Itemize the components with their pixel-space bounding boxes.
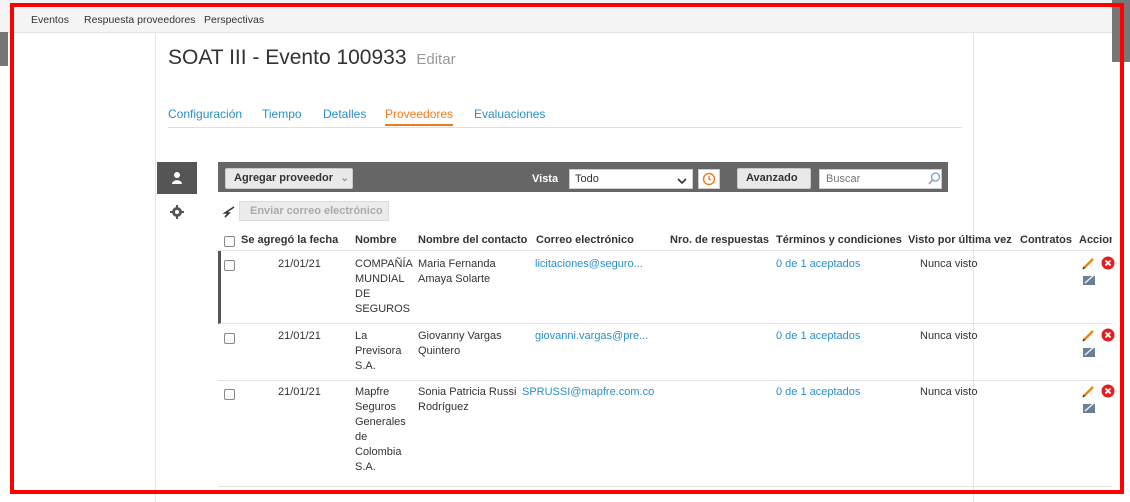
row-checkbox[interactable] <box>224 333 235 344</box>
contact-line: Amaya Solarte <box>418 273 491 285</box>
col-last-seen[interactable]: Visto por última vez <box>908 234 1012 246</box>
contact-line: Quintero <box>418 345 461 357</box>
table-row[interactable] <box>218 251 1112 324</box>
col-email[interactable]: Correo electrónico <box>536 234 634 246</box>
row-checkbox[interactable] <box>224 389 235 400</box>
name-line: S.A. <box>355 461 376 473</box>
send-email-button[interactable]: Enviar correo electrónico <box>239 201 389 221</box>
settings-view-button[interactable] <box>157 196 197 228</box>
name-line: MUNDIAL <box>355 273 405 285</box>
top-navigation: Eventos Respuesta proveedores Perspectiv… <box>0 0 1130 33</box>
contact-line: Rodríguez <box>418 401 469 413</box>
supplier-view-button[interactable] <box>157 162 197 194</box>
col-terms[interactable]: Términos y condiciones <box>776 234 902 246</box>
row-last-seen: Nunca visto <box>920 386 978 398</box>
row-supplier-name[interactable]: COMPAÑÍA MUNDIAL DE SEGUROS <box>355 257 413 317</box>
delete-icon[interactable] <box>1101 328 1115 345</box>
chevron-down-icon <box>677 174 687 192</box>
edit-pencil-icon[interactable] <box>1082 256 1096 273</box>
table-row[interactable] <box>218 380 1112 487</box>
col-name[interactable]: Nombre <box>355 234 397 246</box>
name-line: SEGUROS <box>355 303 411 315</box>
contact-line: Giovanny Vargas <box>418 330 502 342</box>
row-terms-link[interactable]: 0 de 1 aceptados <box>776 329 860 344</box>
row-checkbox[interactable] <box>224 260 235 271</box>
name-line: Generales <box>355 416 406 428</box>
event-title: SOAT III - Evento 100933 <box>168 46 407 69</box>
return-arrow-icon <box>222 206 236 221</box>
name-line: La <box>355 330 368 342</box>
row-terms-link[interactable]: 0 de 1 aceptados <box>776 257 860 272</box>
view-select-value: Todo <box>575 173 599 185</box>
name-line: DE <box>355 288 371 300</box>
contact-line: Sonia Patricia Russi <box>418 386 517 398</box>
chevron-down-icon: ⌄ <box>340 172 350 184</box>
tab-configuracion[interactable]: Configuración <box>168 107 242 121</box>
row-date: 21/01/21 <box>278 330 321 342</box>
edit-pencil-icon[interactable] <box>1082 328 1096 345</box>
search-icon[interactable] <box>928 172 941 188</box>
search-input[interactable] <box>819 169 942 189</box>
row-last-seen: Nunca visto <box>920 330 978 342</box>
row-email-link[interactable]: SPRUSSI@mapfre.com.co <box>522 385 654 400</box>
right-scrollbar[interactable] <box>1112 0 1130 62</box>
advanced-button[interactable]: Avanzado <box>737 168 811 189</box>
row-contact-name: Giovanny Vargas Quintero <box>418 329 502 359</box>
tab-detalles[interactable]: Detalles <box>323 107 366 121</box>
gear-icon <box>170 205 184 219</box>
row-email-link[interactable]: giovanni.vargas@pre... <box>535 329 648 344</box>
tab-tiempo[interactable]: Tiempo <box>262 107 302 121</box>
advanced-label: Avanzado <box>746 172 798 184</box>
name-line: Mapfre <box>355 386 390 398</box>
col-contracts[interactable]: Contratos <box>1020 234 1072 246</box>
edit-link[interactable]: Editar <box>416 51 455 68</box>
row-email-link[interactable]: licitaciones@seguro... <box>535 257 643 272</box>
tab-bar: Configuración Tiempo Detalles Proveedore… <box>168 107 962 128</box>
name-line: Seguros <box>355 401 396 413</box>
tab-evaluaciones[interactable]: Evaluaciones <box>474 107 545 121</box>
row-supplier-name[interactable]: La Previsora S.A. <box>355 329 401 374</box>
col-contact-name[interactable]: Nombre del contacto <box>418 234 527 246</box>
edit-pencil-icon[interactable] <box>1082 384 1096 401</box>
edit-contact-icon[interactable] <box>1082 346 1096 361</box>
row-supplier-name[interactable]: Mapfre Seguros Generales de Colombia S.A… <box>355 385 406 475</box>
view-select[interactable]: Todo <box>569 169 693 189</box>
add-supplier-label: Agregar proveedor <box>234 172 334 184</box>
row-last-seen: Nunca visto <box>920 258 978 270</box>
delete-icon[interactable] <box>1101 384 1115 401</box>
name-line: S.A. <box>355 360 376 372</box>
contact-line: Maria Fernanda <box>418 258 496 270</box>
name-line: Colombia <box>355 446 402 458</box>
row-date: 21/01/21 <box>278 258 321 270</box>
edit-contact-icon[interactable] <box>1082 274 1096 289</box>
left-edge-scroll <box>0 32 8 66</box>
person-icon <box>172 172 182 184</box>
nav-eventos[interactable]: Eventos <box>31 14 69 26</box>
col-responses[interactable]: Nro. de respuestas <box>670 234 769 246</box>
name-line: de <box>355 431 368 443</box>
nav-perspectivas[interactable]: Perspectivas <box>204 14 264 26</box>
row-terms-link[interactable]: 0 de 1 aceptados <box>776 385 860 400</box>
row-contact-name: Sonia Patricia Russi Rodríguez <box>418 385 516 415</box>
clock-icon <box>702 172 716 186</box>
select-all-checkbox[interactable] <box>224 236 235 247</box>
add-supplier-button[interactable]: Agregar proveedor ⌄ <box>225 168 353 189</box>
edit-contact-icon[interactable] <box>1082 402 1096 417</box>
table-row[interactable] <box>218 324 1112 381</box>
row-contact-name: Maria Fernanda Amaya Solarte <box>418 257 496 287</box>
col-date-added[interactable]: Se agregó la fecha <box>241 234 338 246</box>
nav-respuesta-proveedores[interactable]: Respuesta proveedores <box>84 14 196 26</box>
content-divider-left <box>155 32 156 502</box>
name-line: COMPAÑÍA <box>355 258 413 270</box>
col-actions: Acciones <box>1079 234 1112 246</box>
page-title: SOAT III - Evento 100933 Editar <box>168 46 456 70</box>
row-date: 21/01/21 <box>278 386 321 398</box>
schedule-button[interactable] <box>698 169 720 189</box>
view-label: Vista <box>532 173 559 185</box>
tab-proveedores[interactable]: Proveedores <box>385 107 454 126</box>
delete-icon[interactable] <box>1101 256 1115 273</box>
name-line: Previsora <box>355 345 402 357</box>
